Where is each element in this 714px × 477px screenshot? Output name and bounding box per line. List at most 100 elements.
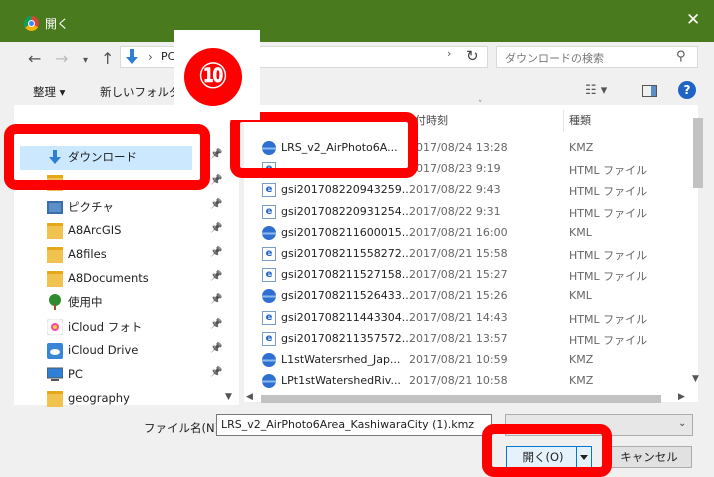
file-row[interactable]: e gsi201708220943259... 2017/08/22 9:43 HTM… <box>260 180 690 201</box>
column-separator[interactable] <box>563 110 564 132</box>
pin-icon[interactable]: 📌 <box>210 247 222 258</box>
file-row[interactable]: LPt1stWatershedRiv... 2017/08/21 10:58 KMZ <box>260 371 690 392</box>
filename-input[interactable]: LRS_v2_AirPhoto6Area_KashiwaraCity (1).k… <box>216 414 492 436</box>
pin-icon[interactable]: 📌 <box>210 199 222 210</box>
folder-icon <box>47 223 63 239</box>
cloud-icon <box>47 343 63 359</box>
pin-icon[interactable]: 📌 <box>210 149 222 160</box>
file-date: 2017/08/21 15:27 <box>409 268 508 282</box>
download-icon <box>126 49 138 64</box>
file-name: gsi201708211600015... <box>281 225 413 239</box>
scroll-down-icon[interactable]: ▼ <box>692 374 699 384</box>
sidebar-item-label: A8ArcGIS <box>68 223 122 237</box>
file-row[interactable]: gsi201708211600015... 2017/08/21 16:00 KML <box>260 223 690 244</box>
pin-icon[interactable]: 📌 <box>210 343 222 354</box>
sidebar-item[interactable]: iCloud Drive 📌 <box>44 340 224 362</box>
html-file-icon: e <box>262 204 276 219</box>
pin-icon[interactable]: 📌 <box>210 223 222 234</box>
view-options-icon[interactable]: ☷ ▾ <box>585 83 607 98</box>
forward-arrow-icon[interactable]: → <box>55 49 68 68</box>
file-row[interactable]: e gsi201708220931254... 2017/08/22 9:31 HTM… <box>260 202 690 223</box>
sidebar-item-label: A8files <box>68 247 107 261</box>
folder-icon <box>47 247 63 263</box>
step-number-badge: ⑩ <box>184 48 242 106</box>
file-name: gsi201708220943259... <box>281 183 413 197</box>
html-file-icon: e <box>262 183 276 198</box>
sidebar-item[interactable]: A8Documents 📌 <box>44 268 224 290</box>
organize-button[interactable]: 整理 ▾ <box>33 84 65 100</box>
scroll-right-icon[interactable]: ▶ <box>678 392 685 402</box>
scroll-left-icon[interactable]: ◀ <box>246 392 253 402</box>
file-type: HTML ファイル <box>569 270 648 284</box>
sidebar-item-label: PC <box>68 367 83 381</box>
file-row[interactable]: L1stWatersrhed_Jap... 2017/08/21 10:59 KMZ <box>260 350 690 371</box>
pin-icon[interactable]: 📌 <box>210 319 222 330</box>
pin-icon[interactable]: 📌 <box>210 294 222 305</box>
chevron-down-icon[interactable]: ▾ <box>83 55 88 66</box>
column-type[interactable]: 種類 <box>569 112 591 128</box>
help-icon[interactable]: ? <box>678 81 696 99</box>
pictures-icon <box>47 201 63 214</box>
sidebar-item[interactable]: geography <box>44 388 224 410</box>
horizontal-scrollbar-thumb[interactable] <box>261 395 661 403</box>
preview-pane-icon[interactable] <box>642 85 657 97</box>
file-name: gsi201708211443304... <box>281 310 413 324</box>
sidebar-item[interactable]: PC 📌 <box>44 364 224 386</box>
file-row[interactable]: e gsi201708211527158... 2017/08/21 15:27 HT… <box>260 265 690 286</box>
back-arrow-icon[interactable]: ← <box>28 49 41 68</box>
google-earth-icon <box>262 353 276 367</box>
file-name: L1stWatersrhed_Jap... <box>281 353 401 366</box>
column-date[interactable]: 付時刻 <box>415 112 448 128</box>
annotation-highlight-nav <box>4 124 210 190</box>
tree-icon <box>47 294 63 310</box>
html-file-icon: e <box>262 268 276 283</box>
sidebar-item[interactable]: 使用中 📌 <box>44 291 224 313</box>
file-row[interactable]: gsi201708211526433... 2017/08/21 15:26 KML <box>260 286 690 307</box>
address-chevron-icon[interactable]: › <box>447 47 451 60</box>
search-icon[interactable]: ⚲ <box>676 49 686 64</box>
search-placeholder: ダウンロードの検索 <box>505 52 604 65</box>
file-row[interactable]: e gsi201708211443304... 2017/08/21 14:43 HT… <box>260 308 690 329</box>
file-name: gsi201708211558272... <box>281 247 413 260</box>
file-name: gsi201708220931254... <box>281 204 413 218</box>
file-date: 2017/08/21 13:57 <box>409 331 508 345</box>
google-earth-icon <box>262 225 276 240</box>
pin-icon[interactable]: 📌 <box>210 367 222 378</box>
file-type: KMZ <box>569 353 594 366</box>
file-type: KMZ <box>569 374 594 388</box>
chevron-down-icon[interactable]: ⌄ <box>678 418 686 429</box>
close-icon[interactable]: ✕ <box>686 12 700 29</box>
chrome-icon <box>24 16 39 31</box>
title-bar <box>0 0 714 42</box>
sidebar-item-label: ピクチャ <box>68 200 114 214</box>
refresh-icon[interactable]: ↻ <box>466 47 479 65</box>
annotation-highlight-file <box>230 112 418 178</box>
vertical-scrollbar-thumb[interactable] <box>693 118 703 188</box>
file-date: 2017/08/21 10:59 <box>409 353 508 366</box>
file-date: 2017/08/22 9:31 <box>409 204 501 218</box>
sidebar-item[interactable]: iCloud フォト 📌 <box>44 316 224 338</box>
nav-scroll-down-icon[interactable]: ▼ <box>225 392 232 402</box>
sidebar-item-label: 使用中 <box>68 295 103 309</box>
photos-icon <box>46 318 64 336</box>
file-row[interactable]: e gsi201708211558272... 2017/08/21 15:58 HT… <box>260 244 690 265</box>
file-type: KML <box>569 225 592 239</box>
sidebar-item-label: iCloud フォト <box>68 320 143 334</box>
breadcrumb-separator: › <box>148 50 153 64</box>
sidebar-item-label: geography <box>68 391 130 405</box>
file-type: KMZ <box>569 141 594 154</box>
up-arrow-icon[interactable]: ↑ <box>101 49 114 68</box>
pin-icon[interactable]: 📌 <box>210 271 222 282</box>
sidebar-item[interactable]: ピクチャ 📌 <box>44 196 224 218</box>
file-type: HTML ファイル <box>569 206 648 220</box>
pin-icon[interactable]: 📌 <box>210 175 222 186</box>
cancel-button[interactable]: キャンセル <box>606 446 692 468</box>
file-date: 2017/08/21 10:58 <box>409 374 508 388</box>
file-type: HTML ファイル <box>569 312 648 326</box>
file-row[interactable]: e gsi201708211357572... 2017/08/21 13:57 HT… <box>260 329 690 350</box>
annotation-highlight-open <box>482 424 612 477</box>
file-type: HTML ファイル <box>569 185 648 199</box>
sidebar-item[interactable]: A8files 📌 <box>44 244 224 266</box>
sidebar-item[interactable]: A8ArcGIS 📌 <box>44 220 224 242</box>
file-date: 2017/08/24 13:28 <box>409 141 508 154</box>
